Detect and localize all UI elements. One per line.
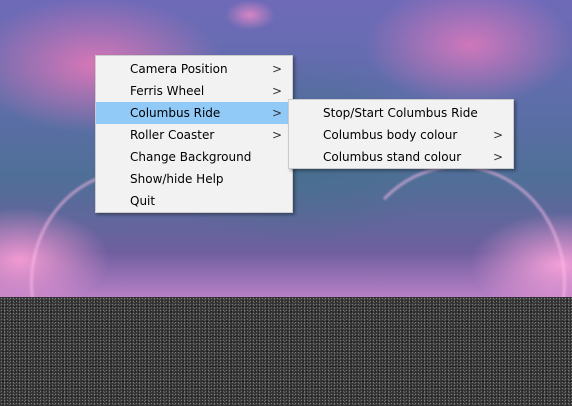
menu-item-columbus-ride[interactable]: Columbus Ride > (96, 102, 292, 124)
ground-plane (0, 297, 572, 406)
menu-item-label: Stop/Start Columbus Ride (323, 106, 478, 120)
menu-item-show-hide-help[interactable]: Show/hide Help (96, 168, 292, 190)
submenu-item-body-colour[interactable]: Columbus body colour > (289, 124, 513, 146)
menu-item-roller-coaster[interactable]: Roller Coaster > (96, 124, 292, 146)
menu-item-label: Columbus stand colour (323, 150, 462, 164)
menu-item-label: Columbus body colour (323, 128, 458, 142)
menu-item-label: Ferris Wheel (130, 84, 205, 98)
columbus-ride-submenu: Stop/Start Columbus Ride Columbus body c… (288, 99, 514, 169)
menu-item-label: Show/hide Help (130, 172, 224, 186)
chevron-right-icon: > (271, 106, 282, 120)
context-menu: Camera Position > Ferris Wheel > Columbu… (95, 55, 293, 213)
chevron-right-icon: > (492, 150, 503, 164)
menu-item-ferris-wheel[interactable]: Ferris Wheel > (96, 80, 292, 102)
submenu-item-stop-start[interactable]: Stop/Start Columbus Ride (289, 102, 513, 124)
sky-glow (225, 0, 275, 30)
menu-item-quit[interactable]: Quit (96, 190, 292, 212)
menu-item-label: Roller Coaster (130, 128, 215, 142)
chevron-right-icon: > (271, 128, 282, 142)
menu-item-label: Change Background (130, 150, 252, 164)
chevron-right-icon: > (271, 62, 282, 76)
chevron-right-icon: > (271, 84, 282, 98)
menu-item-label: Columbus Ride (130, 106, 221, 120)
chevron-right-icon: > (492, 128, 503, 142)
menu-item-camera-position[interactable]: Camera Position > (96, 58, 292, 80)
menu-item-label: Camera Position (130, 62, 228, 76)
submenu-item-stand-colour[interactable]: Columbus stand colour > (289, 146, 513, 168)
menu-item-change-background[interactable]: Change Background (96, 146, 292, 168)
menu-item-label: Quit (130, 194, 156, 208)
